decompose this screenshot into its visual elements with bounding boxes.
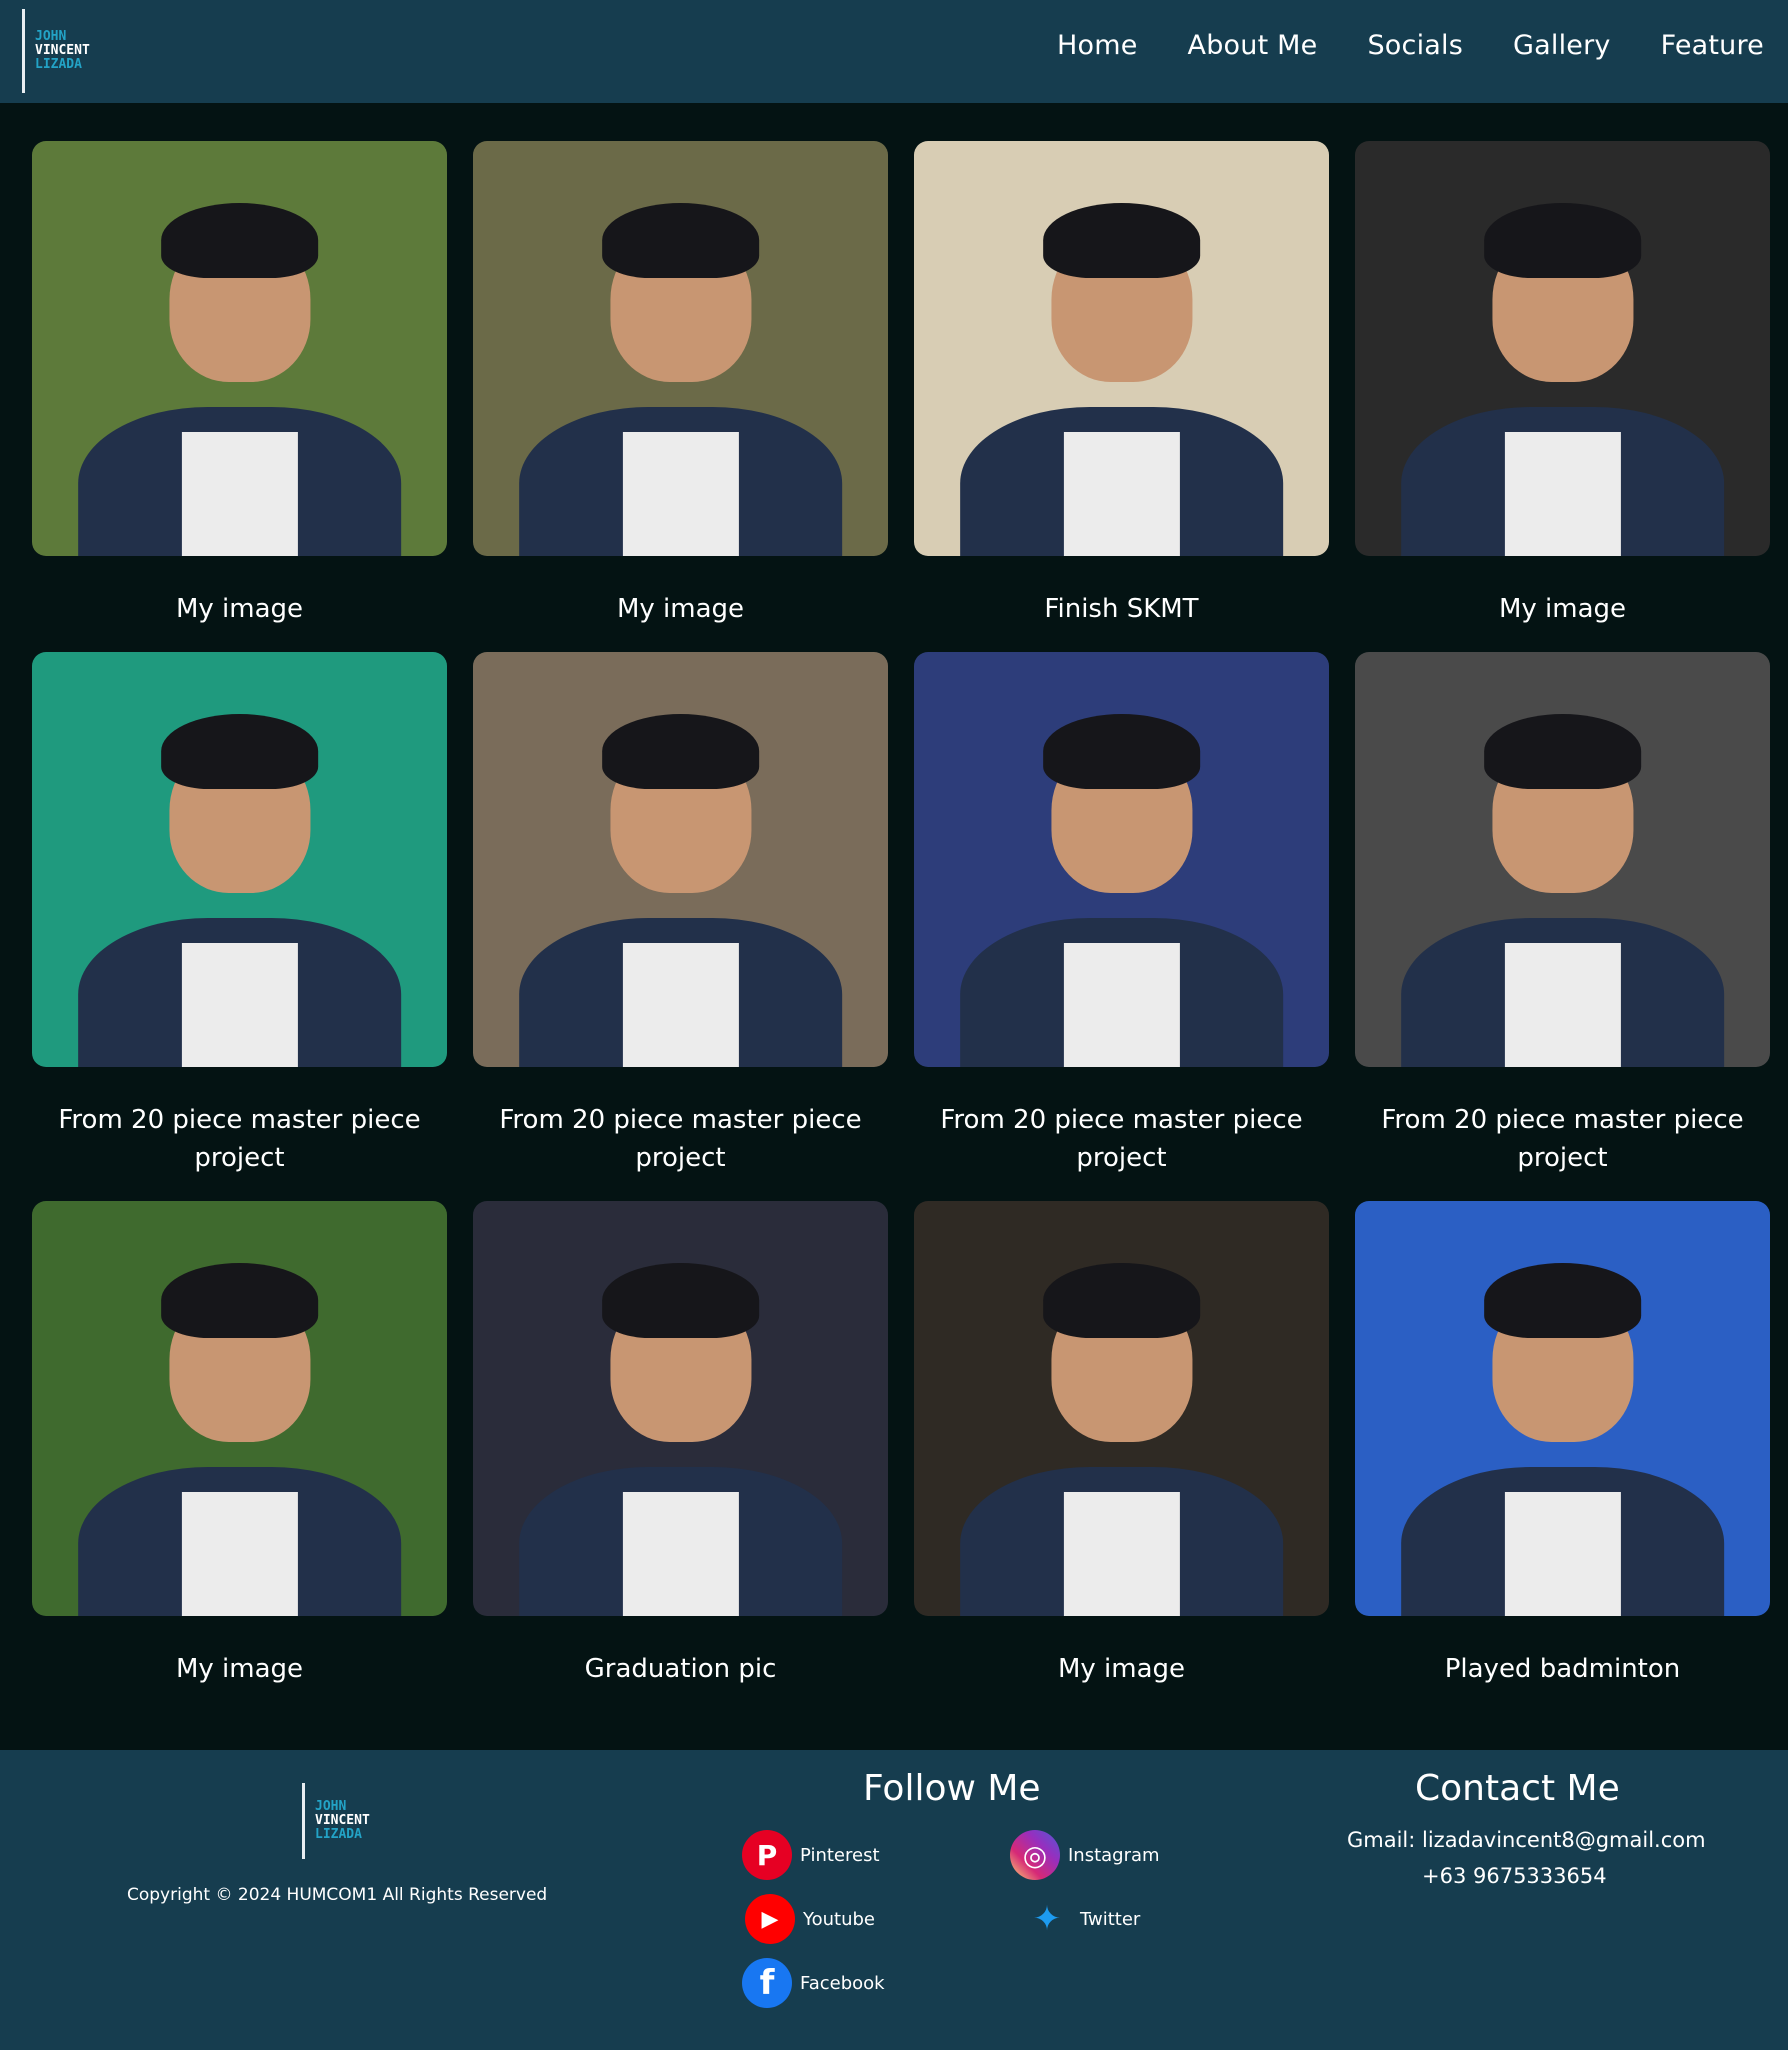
photo-subject-shirt — [181, 942, 298, 1067]
instagram-icon: ◎ — [1010, 1830, 1060, 1880]
nav-socials[interactable]: Socials — [1367, 30, 1463, 61]
gallery-caption: My image — [1057, 1654, 1186, 1684]
gallery-caption: From 20 piece master piece project — [58, 1105, 421, 1173]
photo-subject-shirt — [622, 942, 739, 1067]
follow-title: Follow Me — [863, 1768, 1041, 1809]
social-label: Instagram — [1068, 1844, 1160, 1866]
photo-subject-shirt — [1504, 431, 1621, 556]
gallery-caption: From 20 piece master piece project — [1381, 1105, 1744, 1173]
photo-subject-shirt — [1504, 942, 1621, 1067]
footer-logo[interactable]: JOHN VINCENT LIZADA — [302, 1783, 370, 1859]
gallery-caption: My image — [175, 1654, 304, 1684]
gallery-photo[interactable] — [32, 652, 447, 1067]
gallery-caption: My image — [175, 594, 304, 624]
photo-subject-shirt — [1063, 942, 1180, 1067]
gallery-card[interactable]: My image — [473, 141, 888, 628]
nav-home[interactable]: Home — [1057, 30, 1138, 61]
gallery-photo[interactable] — [473, 652, 888, 1067]
gallery-photo[interactable] — [473, 1201, 888, 1616]
photo-subject-hair — [160, 1263, 319, 1338]
social-label: Facebook — [800, 1972, 885, 1994]
photo-subject-shirt — [1504, 1491, 1621, 1616]
photo-subject-shirt — [1063, 1491, 1180, 1616]
gallery-card[interactable]: Played badminton — [1355, 1201, 1770, 1688]
gallery-card[interactable]: My image — [32, 141, 447, 628]
gallery-card[interactable]: From 20 piece master piece project — [32, 652, 447, 1177]
social-youtube[interactable]: ▶ Youtube — [745, 1894, 875, 1944]
gallery-photo[interactable] — [1355, 1201, 1770, 1616]
social-instagram[interactable]: ◎ Instagram — [1010, 1830, 1160, 1880]
main-nav: Home About Me Socials Gallery Feature — [1057, 30, 1764, 61]
logo-bar — [302, 1783, 305, 1859]
gallery-photo[interactable] — [1355, 141, 1770, 556]
logo-line-3: LIZADA — [35, 57, 82, 72]
contact-email[interactable]: Gmail: lizadavincent8@gmail.com — [1347, 1828, 1706, 1852]
contact-title: Contact Me — [1415, 1768, 1620, 1809]
gallery-photo[interactable] — [473, 141, 888, 556]
gallery-photo[interactable] — [32, 1201, 447, 1616]
gallery-caption: My image — [616, 594, 745, 624]
photo-subject-hair — [1483, 714, 1642, 789]
gallery-photo[interactable] — [914, 1201, 1329, 1616]
logo-line-1: JOHN — [315, 1799, 347, 1814]
gallery-card[interactable]: From 20 piece master piece project — [1355, 652, 1770, 1177]
gallery-caption: From 20 piece master piece project — [499, 1105, 862, 1173]
gallery-caption: My image — [1498, 594, 1627, 624]
photo-subject-hair — [1483, 1263, 1642, 1338]
nav-feature[interactable]: Feature — [1661, 30, 1764, 61]
gallery-card[interactable]: My image — [32, 1201, 447, 1688]
gallery-card[interactable]: My image — [1355, 141, 1770, 628]
photo-subject-shirt — [1063, 431, 1180, 556]
social-label: Youtube — [803, 1908, 875, 1930]
gallery-card[interactable]: From 20 piece master piece project — [473, 652, 888, 1177]
social-pinterest[interactable]: P Pinterest — [742, 1830, 880, 1880]
site-logo[interactable]: JOHN VINCENT LIZADA — [22, 9, 90, 93]
twitter-icon: ✦ — [1032, 1899, 1062, 1939]
photo-subject-hair — [1042, 203, 1201, 278]
photo-subject-hair — [1483, 203, 1642, 278]
photo-subject-hair — [1042, 714, 1201, 789]
gallery-caption: Finish SKMT — [1044, 594, 1199, 624]
gallery-card[interactable]: Finish SKMT — [914, 141, 1329, 628]
social-facebook[interactable]: f Facebook — [742, 1958, 885, 2008]
logo-line-3: LIZADA — [315, 1827, 362, 1842]
copyright-text: Copyright © 2024 HUMCOM1 All Rights Rese… — [127, 1885, 548, 1905]
logo-line-1: JOHN — [35, 29, 67, 44]
photo-subject-hair — [160, 203, 319, 278]
gallery-caption: Graduation pic — [584, 1654, 777, 1684]
photo-subject-shirt — [181, 1491, 298, 1616]
site-footer: JOHN VINCENT LIZADA Copyright © 2024 HUM… — [0, 1750, 1788, 2050]
nav-gallery[interactable]: Gallery — [1513, 30, 1611, 61]
site-header: JOHN VINCENT LIZADA Home About Me Social… — [0, 0, 1788, 103]
photo-subject-hair — [601, 714, 760, 789]
photo-subject-shirt — [622, 431, 739, 556]
gallery-card[interactable]: Graduation pic — [473, 1201, 888, 1688]
pinterest-icon: P — [742, 1830, 792, 1880]
social-label: Pinterest — [800, 1844, 880, 1866]
gallery-card[interactable]: From 20 piece master piece project — [914, 652, 1329, 1177]
social-label: Twitter — [1080, 1908, 1141, 1930]
youtube-icon: ▶ — [745, 1894, 795, 1944]
logo-line-2: VINCENT — [35, 43, 90, 58]
photo-subject-hair — [160, 714, 319, 789]
contact-phone[interactable]: +63 9675333654 — [1422, 1864, 1607, 1888]
gallery-photo[interactable] — [914, 652, 1329, 1067]
logo-bar — [22, 9, 25, 93]
gallery-caption: From 20 piece master piece project — [940, 1105, 1303, 1173]
photo-subject-shirt — [181, 431, 298, 556]
gallery-card[interactable]: My image — [914, 1201, 1329, 1688]
photo-subject-hair — [1042, 1263, 1201, 1338]
gallery-photo[interactable] — [914, 141, 1329, 556]
gallery-photo[interactable] — [32, 141, 447, 556]
logo-line-2: VINCENT — [315, 1813, 370, 1828]
photo-subject-hair — [601, 203, 760, 278]
photo-subject-hair — [601, 1263, 760, 1338]
social-twitter[interactable]: ✦ Twitter — [1022, 1894, 1141, 1944]
gallery-photo[interactable] — [1355, 652, 1770, 1067]
gallery-caption: Played badminton — [1444, 1654, 1681, 1684]
nav-about-me[interactable]: About Me — [1188, 30, 1318, 61]
photo-subject-shirt — [622, 1491, 739, 1616]
facebook-icon: f — [742, 1958, 792, 2008]
